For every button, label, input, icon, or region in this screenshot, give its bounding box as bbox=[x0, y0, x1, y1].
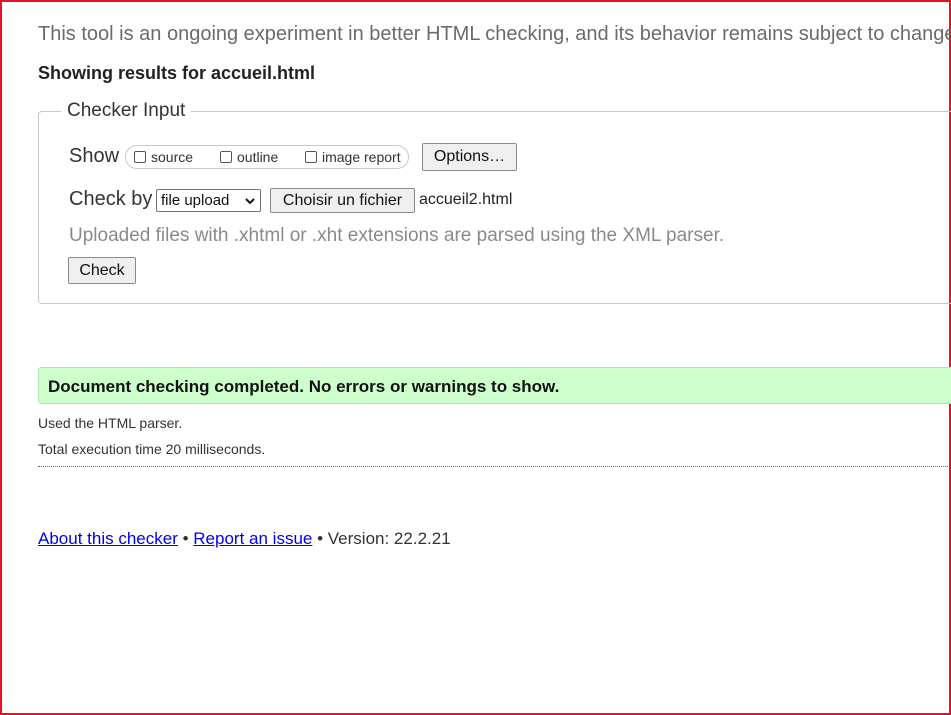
footer: About this checker • Report an issue • V… bbox=[38, 529, 451, 549]
check-by-select[interactable]: file upload bbox=[156, 189, 261, 212]
checkbox-label-outline: outline bbox=[237, 149, 279, 165]
report-issue-link[interactable]: Report an issue bbox=[193, 529, 312, 548]
checker-input-legend: Checker Input bbox=[61, 100, 192, 122]
footer-separator: • bbox=[317, 529, 324, 548]
check-by-label: Check by bbox=[69, 188, 153, 210]
checker-input-fieldset: Checker Input Show source outline image … bbox=[38, 100, 951, 304]
show-options-group: source outline image report bbox=[125, 145, 409, 169]
xml-parser-note: Uploaded files with .xhtml or .xht exten… bbox=[69, 225, 725, 246]
checkbox-box[interactable] bbox=[305, 151, 317, 163]
parser-info: Used the HTML parser. bbox=[38, 415, 183, 431]
divider bbox=[38, 466, 951, 467]
chevron-down-icon bbox=[245, 197, 255, 204]
intro-text: This tool is an ongoing experiment in be… bbox=[38, 23, 951, 45]
show-label: Show bbox=[69, 145, 120, 167]
checkbox-box[interactable] bbox=[220, 151, 232, 163]
checkbox-label-image-report: image report bbox=[322, 149, 401, 165]
checkbox-label-source: source bbox=[151, 149, 194, 165]
check-by-selected-value: file upload bbox=[161, 192, 230, 209]
show-outline-checkbox[interactable]: outline bbox=[220, 149, 278, 165]
about-checker-link[interactable]: About this checker bbox=[38, 529, 178, 548]
choose-file-button[interactable]: Choisir un fichier bbox=[270, 188, 415, 213]
check-button[interactable]: Check bbox=[68, 257, 136, 284]
execution-time: Total execution time 20 milliseconds. bbox=[38, 441, 266, 457]
success-message: Document checking completed. No errors o… bbox=[48, 377, 560, 396]
success-message-box: Document checking completed. No errors o… bbox=[38, 367, 951, 404]
selected-file-name: accueil2.html bbox=[419, 191, 513, 208]
version-text: Version: 22.2.21 bbox=[327, 529, 451, 548]
footer-separator: • bbox=[182, 529, 189, 548]
show-image-report-checkbox[interactable]: image report bbox=[305, 149, 401, 165]
results-title: Showing results for accueil.html bbox=[38, 63, 316, 83]
show-source-checkbox[interactable]: source bbox=[134, 149, 193, 165]
options-button[interactable]: Options… bbox=[422, 143, 517, 171]
checkbox-box[interactable] bbox=[134, 151, 146, 163]
